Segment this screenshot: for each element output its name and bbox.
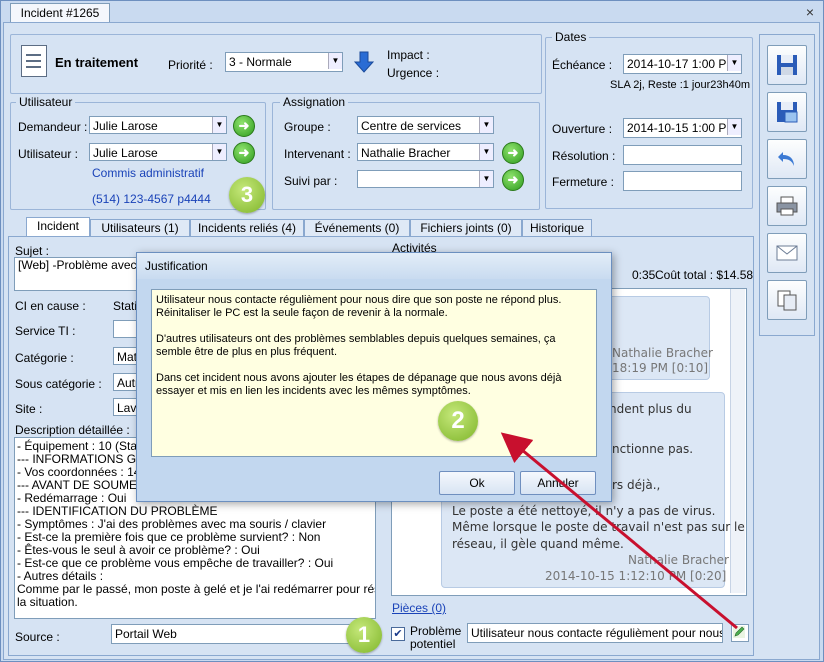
annotation-arrow: [500, 432, 738, 630]
